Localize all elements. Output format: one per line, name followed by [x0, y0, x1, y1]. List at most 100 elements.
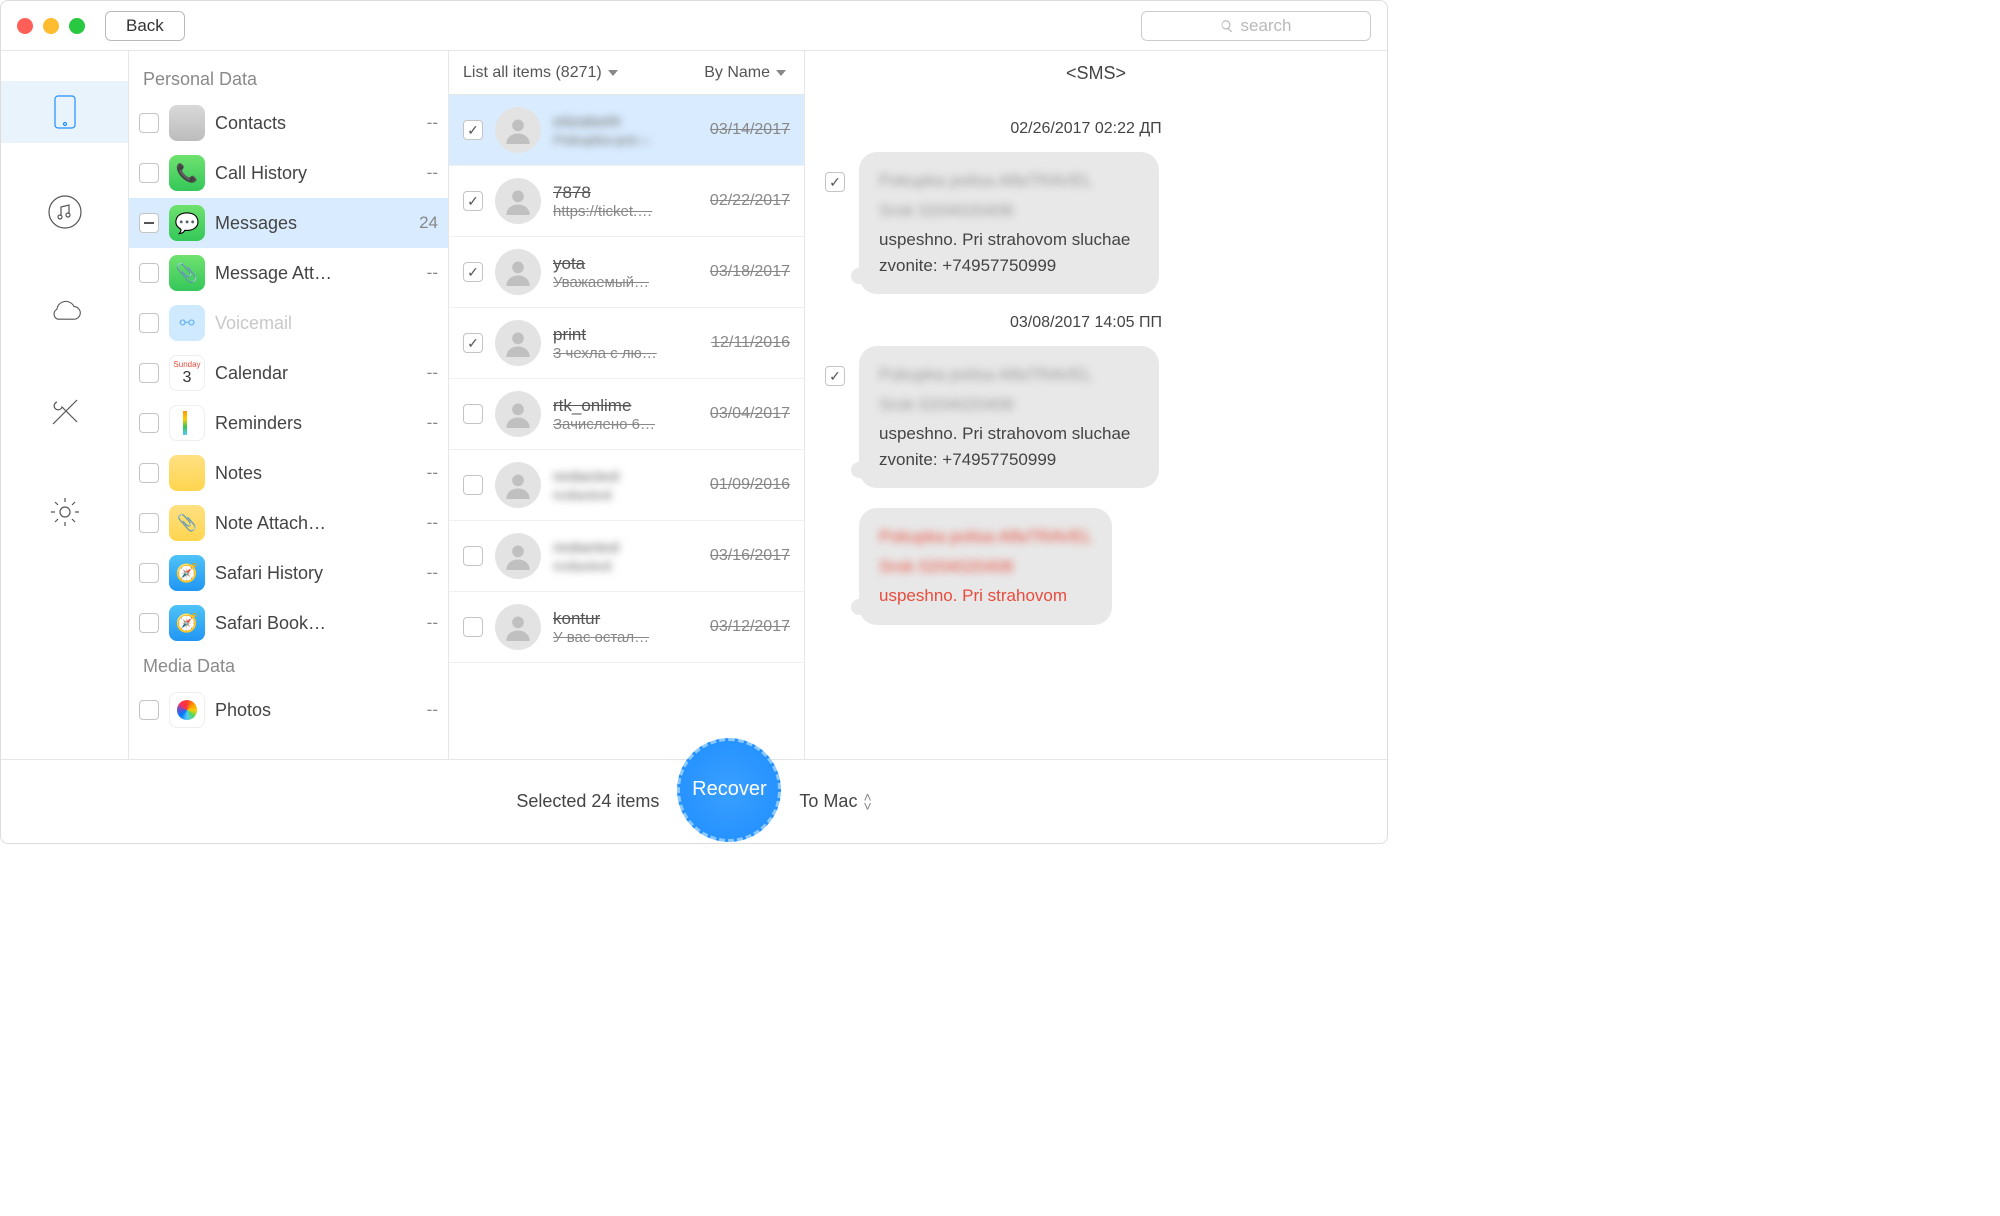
maximize-icon[interactable] — [69, 18, 85, 34]
category-row[interactable]: Photos-- — [129, 685, 448, 735]
category-row[interactable]: Contacts-- — [129, 98, 448, 148]
thread-row[interactable]: elizabethPokupka pol…03/14/2017 — [449, 95, 804, 166]
thread-row[interactable]: redactedredacted01/09/2016 — [449, 450, 804, 521]
category-count: -- — [410, 613, 438, 633]
message-bubble[interactable]: Pokupka polisa AlfaTRAVELSrok 0204020408… — [859, 152, 1159, 294]
thread-checkbox[interactable] — [463, 333, 483, 353]
cloud-icon — [47, 294, 83, 330]
category-checkbox[interactable] — [139, 463, 159, 483]
category-label: Safari History — [215, 563, 400, 584]
category-column: Personal Data Contacts--📞Call History--💬… — [129, 51, 449, 759]
message-checkbox[interactable] — [825, 366, 845, 386]
thread-checkbox[interactable] — [463, 191, 483, 211]
minimize-icon[interactable] — [43, 18, 59, 34]
thread-row[interactable]: konturУ вас остал…03/12/2017 — [449, 592, 804, 663]
category-checkbox[interactable] — [139, 563, 159, 583]
sidebar-itunes[interactable] — [1, 181, 128, 243]
category-count: -- — [410, 263, 438, 283]
category-checkbox[interactable] — [139, 213, 159, 233]
message-text: uspeshno. Pri strahovom — [879, 583, 1092, 609]
thread-row[interactable]: rtk_onlimeЗачислено 6…03/04/2017 — [449, 379, 804, 450]
app-icon — [169, 405, 205, 441]
thread-checkbox[interactable] — [463, 120, 483, 140]
sidebar-icloud[interactable] — [1, 281, 128, 343]
thread-preview: У вас остал… — [553, 629, 698, 646]
app-icon: 📎 — [169, 255, 205, 291]
category-row[interactable]: Sunday3Calendar-- — [129, 348, 448, 398]
category-checkbox[interactable] — [139, 700, 159, 720]
category-checkbox[interactable] — [139, 513, 159, 533]
thread-checkbox[interactable] — [463, 546, 483, 566]
message-text: uspeshno. Pri strahovom sluchae zvonite:… — [879, 227, 1139, 278]
category-checkbox[interactable] — [139, 113, 159, 133]
app-icon — [169, 455, 205, 491]
search-input[interactable]: search — [1141, 11, 1371, 41]
thread-checkbox[interactable] — [463, 475, 483, 495]
category-count: -- — [410, 463, 438, 483]
thread-row[interactable]: print3 чехла с лю… 12/11/2016 — [449, 308, 804, 379]
category-row[interactable]: Notes-- — [129, 448, 448, 498]
category-row[interactable]: ⚯Voicemail — [129, 298, 448, 348]
thread-preview: Pokupka pol… — [553, 132, 698, 149]
category-row[interactable]: 🧭Safari Book…-- — [129, 598, 448, 648]
sidebar-settings[interactable] — [1, 481, 128, 543]
thread-preview: 3 чехла с лю… — [553, 345, 699, 362]
sidebar-tools[interactable] — [1, 381, 128, 443]
category-row[interactable]: 💬Messages24 — [129, 198, 448, 248]
music-icon — [47, 194, 83, 230]
thread-preview: https://ticket.… — [553, 203, 698, 220]
titlebar: Back search — [1, 1, 1387, 51]
thread-list-column: List all items (8271) By Name elizabethP… — [449, 51, 805, 759]
message-bubble[interactable]: Pokupka polisa AlfaTRAVELSrok 0204020408… — [859, 346, 1159, 488]
category-row[interactable]: 📎 Message Att… -- — [129, 248, 448, 298]
thread-checkbox[interactable] — [463, 262, 483, 282]
category-label: Voicemail — [215, 313, 400, 334]
close-icon[interactable] — [17, 18, 33, 34]
thread-preview: Уважаемый… — [553, 274, 698, 291]
category-row[interactable]: 📞Call History-- — [129, 148, 448, 198]
thread-preview: Зачислено 6… — [553, 416, 698, 433]
filter-dropdown[interactable]: List all items (8271) — [463, 64, 618, 82]
message-row: Pokupka polisa AlfaTRAVELSrok 0204020408… — [859, 508, 1347, 625]
sort-dropdown[interactable]: By Name — [704, 64, 786, 82]
thread-date: 03/18/2017 — [710, 263, 790, 281]
chevron-down-icon — [776, 70, 786, 76]
category-count: -- — [410, 700, 438, 720]
thread-title: print — [553, 325, 699, 345]
search-icon — [1220, 19, 1234, 33]
category-checkbox[interactable] — [139, 263, 159, 283]
message-bubble[interactable]: Pokupka polisa AlfaTRAVELSrok 0204020408… — [859, 508, 1112, 625]
thread-checkbox[interactable] — [463, 617, 483, 637]
category-checkbox[interactable] — [139, 613, 159, 633]
recover-button[interactable]: Recover — [677, 738, 781, 842]
category-checkbox[interactable] — [139, 313, 159, 333]
app-icon: 💬 — [169, 205, 205, 241]
thread-row[interactable]: 7878https://ticket.…02/22/2017 — [449, 166, 804, 237]
destination-selector[interactable]: To Mac ˄˅ — [799, 791, 871, 812]
category-count: -- — [410, 513, 438, 533]
category-label: Message Att… — [215, 263, 400, 284]
thread-row[interactable]: redactedredacted03/16/2017 — [449, 521, 804, 592]
thread-title: redacted — [553, 467, 698, 487]
category-checkbox[interactable] — [139, 163, 159, 183]
app-icon — [169, 692, 205, 728]
thread-date: 12/11/2016 — [711, 334, 790, 352]
avatar — [495, 249, 541, 295]
thread-row[interactable]: yotaУважаемый…03/18/2017 — [449, 237, 804, 308]
message-timestamp: 03/08/2017 14:05 ПП — [825, 314, 1347, 332]
category-checkbox[interactable] — [139, 413, 159, 433]
category-label: Reminders — [215, 413, 400, 434]
category-checkbox[interactable] — [139, 363, 159, 383]
thread-date: 03/12/2017 — [710, 618, 790, 636]
avatar — [495, 533, 541, 579]
category-row[interactable]: 🧭Safari History-- — [129, 548, 448, 598]
back-button[interactable]: Back — [105, 11, 185, 41]
message-timestamp: 02/26/2017 02:22 ДП — [825, 120, 1347, 138]
category-row[interactable]: 📎Note Attach…-- — [129, 498, 448, 548]
sidebar-device[interactable] — [1, 81, 128, 143]
chevron-down-icon — [608, 70, 618, 76]
message-checkbox[interactable] — [825, 172, 845, 192]
avatar — [495, 107, 541, 153]
category-row[interactable]: Reminders-- — [129, 398, 448, 448]
thread-checkbox[interactable] — [463, 404, 483, 424]
